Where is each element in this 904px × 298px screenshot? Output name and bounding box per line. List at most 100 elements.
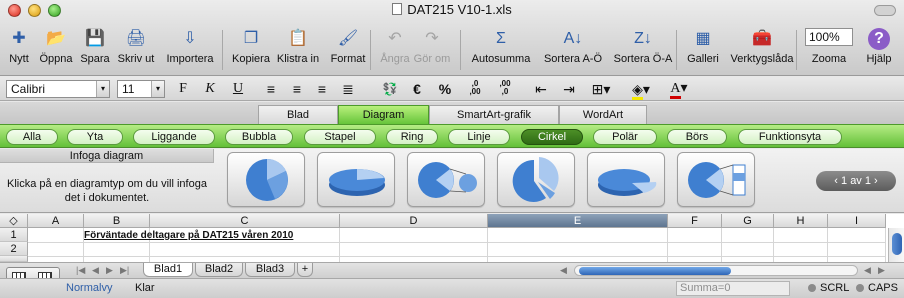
column-header-g[interactable]: G — [722, 214, 774, 228]
open-icon: 📂 — [46, 30, 66, 47]
underline-button[interactable]: U — [230, 80, 246, 98]
scroll-left-arrow-icon[interactable]: ◀ — [864, 265, 871, 276]
sort-ascending-button[interactable]: A↓ Sortera A-Ö — [536, 28, 610, 65]
align-center-icon[interactable]: ≡ — [288, 80, 306, 98]
autosum-button[interactable]: Σ Autosumma — [465, 28, 537, 65]
chart-type-ring[interactable]: Ring — [386, 129, 438, 145]
vertical-scroll-thumb[interactable] — [892, 233, 902, 255]
chart-type-cirkel[interactable]: Cirkel — [521, 129, 583, 145]
font-name-combo[interactable]: Calibri ▾ — [6, 80, 110, 98]
column-header-e[interactable]: E — [488, 214, 668, 228]
font-color-icon[interactable]: A▾ — [664, 80, 694, 99]
column-header-a[interactable]: A — [28, 214, 84, 228]
zoom-button[interactable]: 100% Zooma — [802, 28, 856, 65]
column-header-b[interactable]: B — [84, 214, 150, 228]
vertical-scrollbar[interactable] — [888, 228, 904, 262]
horizontal-scroll-thumb[interactable] — [579, 267, 731, 275]
sheet-tab-blad1[interactable]: Blad1 — [143, 263, 193, 277]
row-header-1[interactable]: 1 — [0, 228, 28, 242]
chart-type-funktionsyta[interactable]: Funktionsyta — [738, 129, 842, 145]
decrease-indent-icon[interactable]: ⇤ — [532, 80, 550, 98]
last-sheet-icon[interactable]: ▶| — [120, 265, 129, 276]
fill-color-icon[interactable]: ◈▾ — [626, 80, 656, 100]
add-sheet-button[interactable]: + — [297, 263, 313, 277]
font-size-combo[interactable]: 11 ▾ — [117, 80, 165, 98]
decrease-decimals-button[interactable]: ,00 ,0 — [494, 80, 516, 98]
chart-type-alla[interactable]: Alla — [6, 129, 58, 145]
format-brush-icon: 🖌 — [337, 30, 359, 47]
open-button[interactable]: 📂 Öppna — [34, 28, 78, 65]
sort-descending-button[interactable]: Z↓ Sortera Ö-A — [606, 28, 680, 65]
prev-sheet-icon[interactable]: ◀ — [92, 265, 99, 276]
paste-button[interactable]: 📋 Klistra in — [270, 28, 326, 65]
next-sheet-icon[interactable]: ▶ — [106, 265, 113, 276]
borders-icon[interactable]: ⊞▾ — [589, 80, 613, 98]
format-brush-button[interactable]: 🖌 Format — [324, 28, 372, 65]
column-header-c[interactable]: C — [150, 214, 340, 228]
increase-decimals-button[interactable]: ,0 ,00 — [464, 80, 486, 98]
chart-type-stapel[interactable]: Stapel — [304, 129, 376, 145]
horizontal-scrollbar[interactable] — [574, 265, 858, 276]
chart-type-polar[interactable]: Polär — [593, 129, 657, 145]
gallery-icon: ▦ — [695, 30, 711, 47]
redo-button[interactable]: ↷ Gör om — [409, 28, 455, 65]
sheet-tab-blad2[interactable]: Blad2 — [195, 263, 243, 277]
chevron-down-icon[interactable]: ▾ — [96, 81, 109, 97]
exploded-3d-pie-chart-thumbnail[interactable] — [587, 152, 665, 207]
align-right-icon[interactable]: ≡ — [313, 80, 331, 98]
chart-type-bors[interactable]: Börs — [667, 129, 727, 145]
gallery-pager[interactable]: ‹ 1 av 1 › — [816, 171, 896, 191]
toolbar-label: Sortera A-Ö — [543, 53, 603, 65]
align-left-icon[interactable]: ≡ — [262, 80, 280, 98]
scroll-right-arrow-icon[interactable]: ▶ — [878, 265, 885, 276]
gallery-button[interactable]: ▦ Galleri — [682, 28, 724, 65]
scroll-left-icon[interactable]: ◀ — [560, 265, 567, 276]
euro-format-button[interactable]: € — [410, 80, 424, 98]
chevron-right-icon[interactable]: › — [871, 175, 878, 187]
save-button[interactable]: 💾 Spara — [76, 28, 114, 65]
gridline — [721, 228, 722, 262]
print-button[interactable]: 🖨 Skriv ut — [111, 28, 161, 65]
toolbar-label: Klistra in — [276, 53, 320, 65]
toolbar-label: Sortera Ö-A — [613, 53, 673, 65]
column-header-f[interactable]: F — [668, 214, 722, 228]
column-header-h[interactable]: H — [774, 214, 828, 228]
first-sheet-icon[interactable]: |◀ — [76, 265, 85, 276]
tab-smartart[interactable]: SmartArt-grafik — [429, 105, 559, 124]
toolbar-label: Format — [330, 53, 366, 65]
row-header-2[interactable]: 2 — [0, 242, 28, 256]
chart-type-bubbla[interactable]: Bubbla — [225, 129, 293, 145]
chart-type-yta[interactable]: Yta — [67, 129, 123, 145]
pie-chart-thumbnail[interactable] — [227, 152, 305, 207]
italic-button[interactable]: K — [202, 80, 218, 98]
toolbar-toggle-button[interactable] — [874, 5, 896, 16]
import-button[interactable]: ⇩ Importera — [160, 28, 220, 65]
new-sheet-button[interactable]: ✚ Nytt — [4, 28, 34, 65]
percent-format-button[interactable]: % — [437, 80, 453, 98]
toolbox-button[interactable]: 🧰 Verktygslåda — [723, 28, 801, 65]
pie-of-pie-chart-thumbnail[interactable] — [407, 152, 485, 207]
select-all-corner[interactable]: ◇ — [0, 214, 28, 228]
tab-diagram[interactable]: Diagram — [338, 105, 429, 124]
sum-display[interactable]: Summa=0 — [676, 281, 790, 296]
column-header-i[interactable]: I — [828, 214, 886, 228]
tab-blad[interactable]: Blad — [258, 105, 338, 124]
cell-b1[interactable]: Förväntade deltagare på DAT215 våren 201… — [84, 230, 293, 241]
justify-icon[interactable]: ≣ — [339, 80, 357, 98]
copy-button[interactable]: ❐ Kopiera — [226, 28, 276, 65]
exploded-pie-chart-thumbnail[interactable] — [497, 152, 575, 207]
3d-pie-chart-thumbnail[interactable] — [317, 152, 395, 207]
tab-wordart[interactable]: WordArt — [559, 105, 647, 124]
column-header-d[interactable]: D — [340, 214, 488, 228]
currency-format-icon[interactable]: 💱 — [379, 80, 401, 98]
chevron-down-icon[interactable]: ▾ — [151, 81, 164, 97]
sheet-tab-blad3[interactable]: Blad3 — [245, 263, 295, 277]
chevron-left-icon[interactable]: ‹ — [834, 175, 841, 187]
help-button[interactable]: ? Hjälp — [859, 28, 899, 65]
increase-indent-icon[interactable]: ⇥ — [560, 80, 578, 98]
bar-of-pie-chart-thumbnail[interactable] — [677, 152, 755, 207]
zoom-icon[interactable]: 100% — [805, 28, 853, 46]
chart-type-liggande[interactable]: Liggande — [133, 129, 215, 145]
bold-button[interactable]: F — [175, 80, 191, 98]
chart-type-linje[interactable]: Linje — [448, 129, 510, 145]
